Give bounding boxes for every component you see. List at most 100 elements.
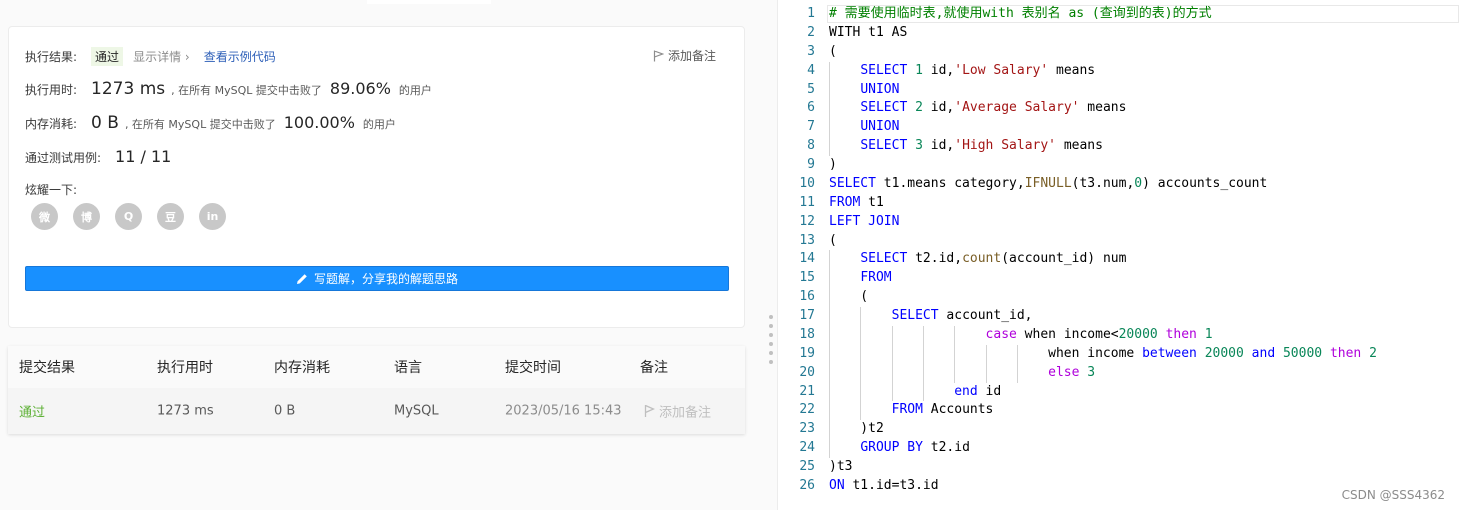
- line-number: 6: [807, 100, 815, 116]
- runtime-value: 1273 ms: [91, 79, 166, 99]
- indent-guide: [829, 401, 830, 421]
- line-number: 2: [807, 24, 815, 40]
- runtime-label: 执行用时:: [25, 83, 78, 97]
- indent-guide: [829, 363, 830, 383]
- code-line[interactable]: # 需要使用临时表,就使用with 表别名 as (查询到的表)的方式: [829, 5, 1377, 24]
- row-memory: 0 B: [274, 403, 296, 419]
- code-line[interactable]: (: [829, 232, 1377, 251]
- header-note: 备注: [640, 360, 668, 376]
- code-line[interactable]: FROM t1: [829, 194, 1377, 213]
- code-line[interactable]: SELECT 3 id,'High Salary' means: [829, 137, 1377, 156]
- line-number: 9: [807, 157, 815, 172]
- douban-icon[interactable]: 豆: [157, 203, 184, 230]
- indent-guide: [922, 363, 924, 383]
- code-line[interactable]: ): [829, 156, 1377, 175]
- row-add-note-button[interactable]: 添加备注: [644, 402, 711, 421]
- status-badge: 通过: [91, 47, 124, 66]
- indent-guide: [922, 382, 924, 402]
- code-line[interactable]: ON t1.id=t3.id: [829, 477, 1377, 496]
- row-status[interactable]: 通过: [19, 402, 45, 421]
- code-line[interactable]: SELECT 1 id,'Low Salary' means: [829, 61, 1377, 81]
- line-number: 26: [799, 477, 815, 493]
- code-line[interactable]: (: [829, 43, 1377, 62]
- flag-icon: [644, 404, 655, 417]
- runtime-suffix: 的用户: [398, 84, 432, 97]
- code-line[interactable]: UNION: [829, 118, 1377, 138]
- header-language: 语言: [394, 360, 422, 376]
- memory-beat-text: , 在所有 MySQL 提交中击败了: [124, 118, 276, 131]
- result-label: 执行结果:: [25, 50, 78, 64]
- code-line[interactable]: WITH t1 AS: [829, 24, 1377, 43]
- line-number: 19: [799, 345, 815, 361]
- indent-guide: [860, 401, 862, 421]
- line-number: 5: [807, 81, 815, 97]
- write-solution-button[interactable]: 写题解，分享我的解题思路: [25, 266, 729, 291]
- code-line[interactable]: when income between 20000 and 50000 then…: [829, 344, 1377, 364]
- code-content[interactable]: # 需要使用临时表,就使用with 表别名 as (查询到的表)的方式 WITH …: [829, 5, 1377, 496]
- code-line[interactable]: SELECT account_id,: [829, 307, 1377, 326]
- memory-suffix: 的用户: [362, 118, 396, 131]
- linkedin-icon[interactable]: in: [199, 203, 226, 230]
- indent-guide: [829, 382, 830, 402]
- line-number: 18: [799, 326, 815, 342]
- line-number: 8: [807, 138, 815, 154]
- code-line[interactable]: LEFT JOIN: [829, 213, 1377, 232]
- add-note-button[interactable]: 添加备注: [653, 47, 716, 64]
- line-number: 24: [799, 440, 815, 456]
- tests-value: 11 / 11: [115, 147, 172, 166]
- header-status: 提交结果: [19, 360, 75, 376]
- table-header: 提交结果 执行用时 内存消耗 语言 提交时间 备注: [8, 346, 745, 388]
- write-solution-label: 写题解，分享我的解题思路: [313, 272, 458, 286]
- table-row[interactable]: 通过 1273 ms 0 B MySQL 2023/05/16 15:43 添加…: [8, 388, 745, 434]
- code-line[interactable]: FROM: [829, 269, 1377, 289]
- view-sample-code-link[interactable]: 查看示例代码: [204, 48, 276, 65]
- tests-label: 通过测试用例:: [25, 151, 102, 165]
- indent-guide: [829, 118, 830, 138]
- qq-icon[interactable]: Q: [115, 203, 142, 230]
- code-line[interactable]: (: [829, 288, 1377, 307]
- line-number: 23: [799, 421, 815, 437]
- row-language: MySQL: [394, 403, 439, 419]
- line-number: 25: [799, 459, 815, 474]
- line-number-gutter: 1 2 3 4 5 6 7 8 9 10 11 12 13 14 15 16 17 18 19 20 21 22 23 24 2…: [779, 5, 815, 496]
- weibo-icon[interactable]: 博: [73, 203, 100, 230]
- indent-guide: [829, 80, 830, 100]
- code-line[interactable]: end id: [829, 382, 1377, 402]
- code-line[interactable]: )t3: [829, 458, 1377, 477]
- code-line[interactable]: case when income<20000 then 1: [829, 325, 1377, 345]
- indent-guide: [829, 344, 830, 364]
- indent-guide: [954, 325, 956, 345]
- memory-value: 0 B: [91, 113, 119, 133]
- grip-dots-icon: [769, 315, 773, 364]
- code-line[interactable]: GROUP BY t2.id: [829, 439, 1377, 458]
- code-line[interactable]: FROM Accounts: [829, 401, 1377, 421]
- code-line[interactable]: )t2: [829, 420, 1377, 440]
- code-line[interactable]: UNION: [829, 80, 1377, 100]
- code-line[interactable]: SELECT 2 id,'Average Salary' means: [829, 99, 1377, 119]
- share-icons: 微 博 Q 豆 in: [31, 203, 226, 230]
- indent-guide: [891, 344, 893, 364]
- pane-resize-handle[interactable]: [764, 0, 778, 510]
- line-number: 3: [807, 43, 815, 59]
- indent-guide: [891, 325, 893, 345]
- indent-guide: [860, 307, 862, 326]
- line-number: 16: [799, 289, 815, 305]
- wechat-icon[interactable]: 微: [31, 203, 58, 230]
- indent-guide: [829, 269, 830, 289]
- indent-guide: [829, 99, 830, 119]
- line-number: 17: [799, 308, 815, 323]
- runtime-percent: 89.06%: [329, 79, 391, 98]
- indent-guide: [1016, 344, 1018, 364]
- indent-guide: [829, 250, 830, 270]
- line-number: 1: [807, 6, 815, 21]
- show-details-link[interactable]: 显示详情 ›: [133, 48, 190, 65]
- memory-percent: 100.00%: [283, 113, 355, 132]
- code-editor[interactable]: 1 2 3 4 5 6 7 8 9 10 11 12 13 14 15 16 17 18 19 20 21 22 23 24 2…: [779, 0, 1459, 510]
- indent-guide: [829, 288, 830, 307]
- indent-guide: [829, 439, 830, 458]
- code-line[interactable]: SELECT t1.means category,IFNULL(t3.num,0…: [829, 175, 1377, 194]
- indent-guide: [891, 382, 893, 402]
- code-line[interactable]: else 3: [829, 363, 1377, 383]
- code-line[interactable]: SELECT t2.id,count(account_id) num: [829, 250, 1377, 270]
- header-submit-time: 提交时间: [505, 360, 561, 376]
